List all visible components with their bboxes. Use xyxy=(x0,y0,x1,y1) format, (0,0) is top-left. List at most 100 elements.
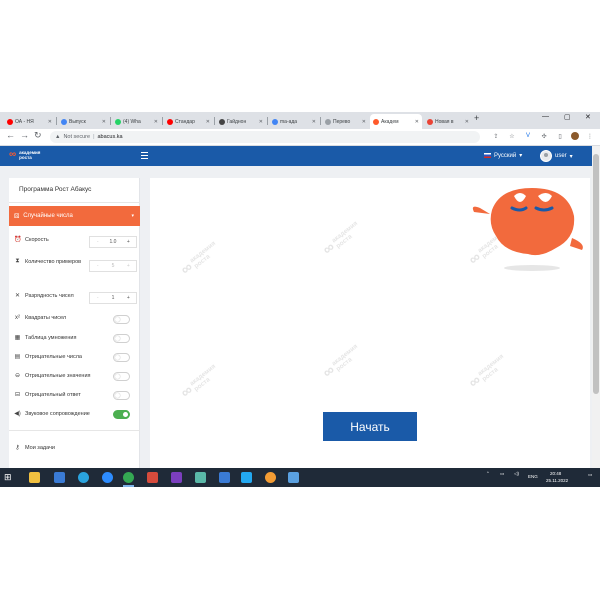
squares-toggle[interactable] xyxy=(113,315,130,324)
browser-tab[interactable]: Выпуск ✕ xyxy=(58,114,109,129)
clock-time: 20:48 xyxy=(550,471,562,476)
close-tab-icon[interactable]: ✕ xyxy=(206,119,213,125)
my-tasks-link[interactable]: ⚷ Мои задачи xyxy=(14,444,55,452)
setting-label: Отрицательный ответ xyxy=(25,391,81,398)
share-icon[interactable]: ⇪ xyxy=(492,132,500,140)
close-window-button[interactable]: ✕ xyxy=(585,113,591,121)
app-icon[interactable] xyxy=(195,472,206,483)
watermark-logo: ∞ академия роста xyxy=(319,342,359,382)
telegram-icon[interactable] xyxy=(78,472,89,483)
superscript-icon: x² xyxy=(15,315,20,321)
visual-studio-icon[interactable] xyxy=(171,472,182,483)
warning-icon: ▲ xyxy=(55,134,61,140)
browser-tab[interactable]: ma-ада ✕ xyxy=(269,114,319,129)
forward-button[interactable]: → xyxy=(20,130,29,140)
negative-numbers-setting: ▤ Отрицательные числа xyxy=(14,353,82,361)
tab-separator xyxy=(56,117,57,125)
extension-v-icon[interactable]: V xyxy=(524,132,532,140)
profile-icon[interactable] xyxy=(571,132,579,140)
intellij-icon[interactable] xyxy=(147,472,158,483)
tab-separator xyxy=(267,117,268,125)
hamburger-menu-icon[interactable] xyxy=(141,152,148,159)
tab-label: Гайднон xyxy=(227,118,247,125)
extensions-puzzle-icon[interactable]: ✣ xyxy=(540,132,548,140)
vscode-icon[interactable] xyxy=(241,472,252,483)
browser-tab[interactable]: (4) Wha ✕ xyxy=(112,114,161,129)
negative-values-toggle[interactable] xyxy=(113,372,130,381)
minimize-button[interactable]: — xyxy=(542,113,549,120)
language-indicator[interactable]: ENG xyxy=(528,474,538,479)
file-explorer-icon[interactable] xyxy=(29,472,40,483)
examples-value: 5 xyxy=(111,263,115,269)
tab-label: ma-ада xyxy=(280,118,298,125)
watermark-logo: ∞ академия роста xyxy=(465,352,505,392)
increment-button[interactable]: + xyxy=(121,239,136,245)
negative-numbers-toggle[interactable] xyxy=(113,353,130,362)
academy-logo[interactable]: ∞ академия роста xyxy=(9,150,40,161)
sidepanel-icon[interactable]: ▯ xyxy=(556,132,564,140)
multiplication-toggle[interactable] xyxy=(113,334,130,343)
close-tab-icon[interactable]: ✕ xyxy=(259,119,266,125)
settings-sidebar: Программа Рост Абакус ⚄ Случайные числа … xyxy=(9,178,140,468)
app-icon[interactable] xyxy=(265,472,276,483)
browser-tab[interactable]: Стандар ✕ xyxy=(164,114,213,129)
start-button[interactable]: Начать xyxy=(323,412,417,441)
notification-icon[interactable]: ▭ xyxy=(588,472,592,478)
mode-dropdown[interactable]: ⚄ Случайные числа ▾ xyxy=(9,206,140,226)
user-menu[interactable]: user ▾ xyxy=(540,150,573,162)
address-input[interactable]: ▲ Not secure | abacus.ka xyxy=(50,131,480,143)
browser-tab[interactable]: Гайднон ✕ xyxy=(216,114,266,129)
browser-tab[interactable]: Новая в ✕ xyxy=(424,114,472,129)
setting-label: Мои задачи xyxy=(25,444,55,451)
setting-label: Отрицательные значения xyxy=(25,372,91,379)
decrement-button[interactable]: - xyxy=(90,295,105,301)
browser-tabstrip: ОА - НЯ ✕ Выпуск ✕ (4) Wha ✕ Стандар ✕ Г… xyxy=(0,112,600,129)
google-icon xyxy=(272,118,278,125)
volume-icon[interactable]: ◁) xyxy=(514,471,519,477)
close-tab-icon[interactable]: ✕ xyxy=(102,119,109,125)
examples-stepper[interactable]: - 5 + xyxy=(89,260,137,272)
scrollbar-thumb[interactable] xyxy=(593,154,599,394)
increment-button[interactable]: + xyxy=(121,295,136,301)
decrement-button[interactable]: - xyxy=(90,239,105,245)
close-tab-icon[interactable]: ✕ xyxy=(415,119,422,125)
negative-answer-toggle[interactable] xyxy=(113,391,130,400)
app-icon[interactable] xyxy=(219,472,230,483)
tab-separator xyxy=(320,117,321,125)
browser-tab[interactable]: Перево ✕ xyxy=(322,114,369,129)
hourglass-icon: ⧗ xyxy=(15,258,20,264)
app-icon[interactable] xyxy=(288,472,299,483)
decrement-button[interactable]: - xyxy=(90,263,105,269)
sound-toggle[interactable] xyxy=(113,410,130,419)
language-selector[interactable]: Русский ▾ xyxy=(484,152,522,159)
back-button[interactable]: ← xyxy=(6,130,15,140)
new-tab-button[interactable]: + xyxy=(474,113,479,123)
speed-stepper[interactable]: - 1.0 + xyxy=(89,236,137,248)
network-icon[interactable]: ▭ xyxy=(500,471,504,477)
close-tab-icon[interactable]: ✕ xyxy=(362,119,369,125)
setting-label: Разрядность чисел xyxy=(25,292,74,299)
maximize-button[interactable]: ▢ xyxy=(564,113,571,121)
tab-separator xyxy=(110,117,111,125)
app-icon[interactable] xyxy=(54,472,65,483)
windows-taskbar: ⊞ ⌃ ▭ ◁) ENG 20:48 25.11.2022 ▭ xyxy=(0,468,600,487)
grid-icon: ▦ xyxy=(14,335,21,341)
speed-value: 1.0 xyxy=(109,239,117,245)
page-scrollbar[interactable] xyxy=(592,146,600,468)
menu-dots-icon[interactable]: ⋮ xyxy=(586,132,594,140)
close-tab-icon[interactable]: ✕ xyxy=(465,119,472,125)
windows-start-icon[interactable]: ⊞ xyxy=(4,472,15,483)
browser-tab-active[interactable]: Академ ✕ xyxy=(370,114,422,129)
logo-line2: роста xyxy=(19,155,32,160)
bookmark-star-icon[interactable]: ☆ xyxy=(508,132,516,140)
browser-tab[interactable]: ОА - НЯ ✕ xyxy=(4,114,55,129)
close-tab-icon[interactable]: ✕ xyxy=(312,119,319,125)
reload-button[interactable]: ↻ xyxy=(34,130,42,141)
zoom-icon[interactable] xyxy=(102,472,113,483)
close-tab-icon[interactable]: ✕ xyxy=(48,119,55,125)
chrome-icon[interactable] xyxy=(123,472,134,483)
tray-chevron-icon[interactable]: ⌃ xyxy=(486,471,490,477)
increment-button[interactable]: + xyxy=(121,263,136,269)
digits-stepper[interactable]: - 1 + xyxy=(89,292,137,304)
close-tab-icon[interactable]: ✕ xyxy=(154,119,161,125)
